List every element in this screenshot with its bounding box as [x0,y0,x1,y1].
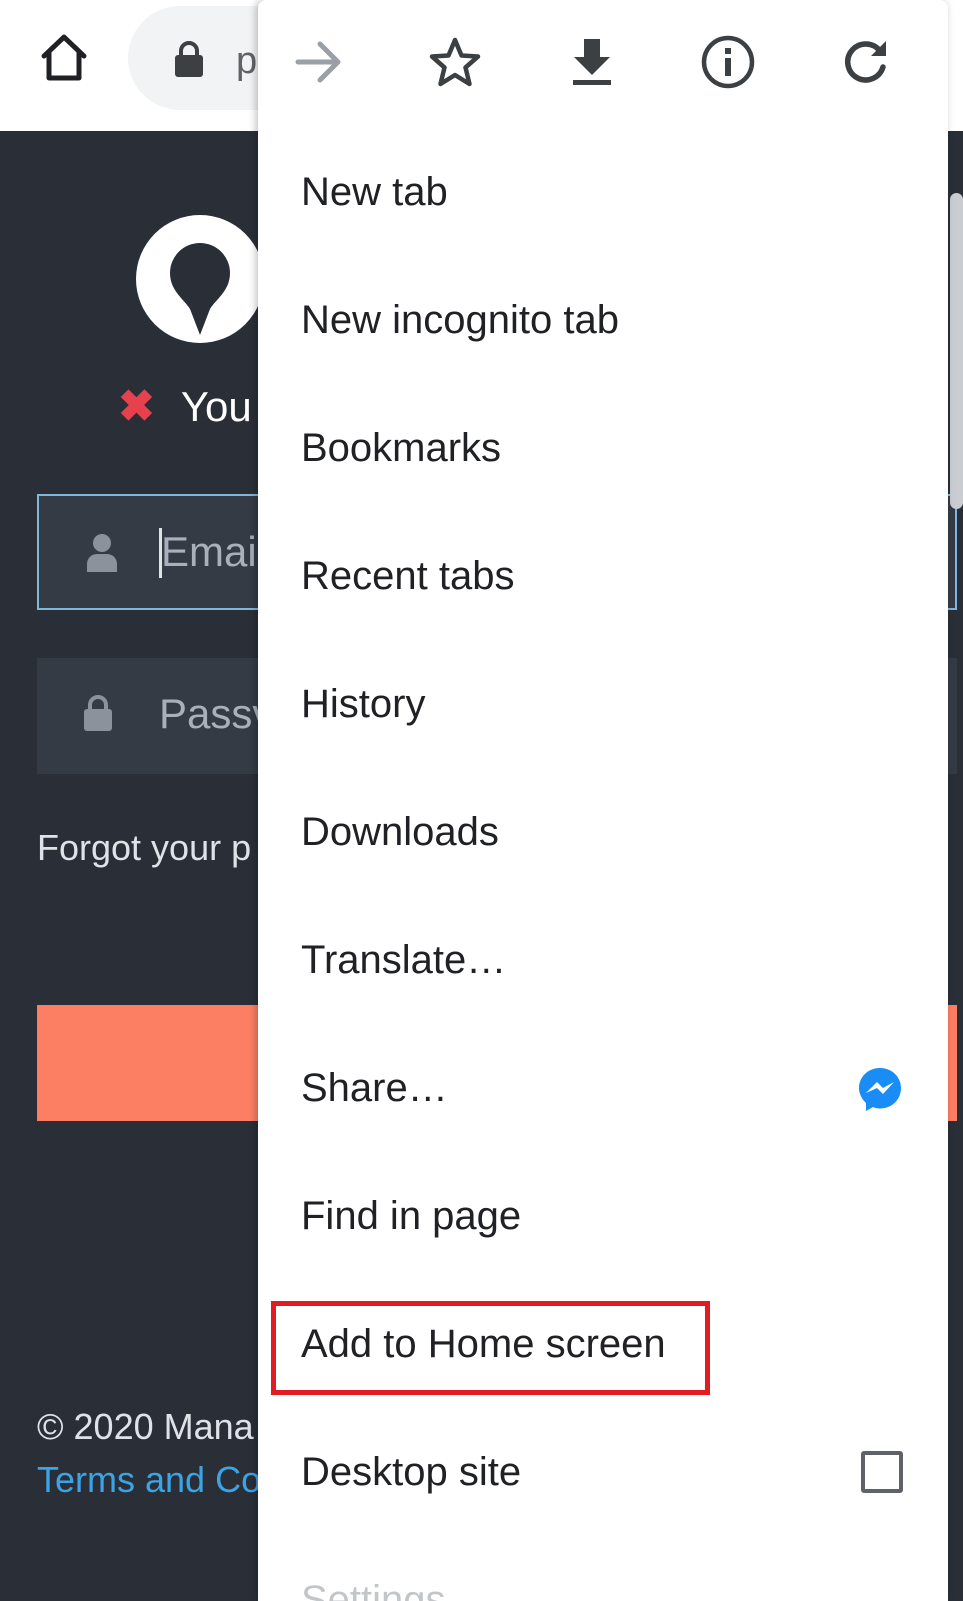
desktop-site-checkbox[interactable] [861,1451,903,1493]
menu-item-add-to-home-screen[interactable]: Add to Home screen [258,1280,948,1408]
page-scrollbar[interactable] [950,193,963,509]
star-icon [429,37,481,87]
menu-item-label: Add to Home screen [301,1321,666,1366]
messenger-icon [859,1068,901,1111]
menu-item-label: Find in page [301,1193,522,1238]
menu-item-label: Bookmarks [301,425,502,470]
home-icon [41,34,87,81]
menu-item-find-in-page[interactable]: Find in page [258,1152,948,1280]
menu-item-label: Share… [301,1065,448,1110]
error-message: ✖ You [118,383,252,431]
menu-item-settings[interactable]: Settings [258,1536,948,1601]
page-info-button[interactable] [690,24,766,100]
logo-icon [136,215,264,343]
forgot-password-link[interactable]: Forgot your p [37,827,251,869]
menu-item-history[interactable]: History [258,640,948,768]
menu-item-new-tab[interactable]: New tab [258,128,948,256]
terms-link[interactable]: Terms and Co [37,1459,261,1501]
messenger-share-button[interactable] [857,1066,903,1117]
home-button[interactable] [30,24,98,92]
menu-item-recent-tabs[interactable]: Recent tabs [258,512,948,640]
copyright-text: © 2020 Mana [37,1406,254,1447]
error-x-icon: ✖ [118,382,155,431]
url-text: p [236,40,259,82]
error-text: You [180,383,252,430]
menu-item-label: Downloads [301,809,499,854]
reload-button[interactable] [827,24,903,100]
menu-item-new-incognito-tab[interactable]: New incognito tab [258,256,948,384]
menu-item-label: New incognito tab [301,297,619,342]
menu-toolbar [258,0,948,128]
email-placeholder: Emai [161,528,257,575]
info-icon [701,35,755,89]
browser-overflow-menu: New tab New incognito tab Bookmarks Rece… [258,0,948,1601]
menu-item-label: History [301,681,426,726]
reload-icon [844,41,886,83]
forward-arrow-icon [295,41,341,83]
menu-item-share[interactable]: Share… [258,1024,948,1152]
menu-item-desktop-site[interactable]: Desktop site [258,1408,948,1536]
lock-icon [175,41,203,77]
menu-item-label: Translate… [301,937,507,982]
user-icon [87,534,117,572]
menu-item-downloads[interactable]: Downloads [258,768,948,896]
menu-item-bookmarks[interactable]: Bookmarks [258,384,948,512]
menu-item-label: Desktop site [301,1449,522,1494]
lock-icon [84,695,112,731]
forward-button[interactable] [281,24,357,100]
menu-item-translate[interactable]: Translate… [258,896,948,1024]
download-icon [573,39,611,85]
menu-item-label: New tab [301,169,448,214]
menu-item-label: Recent tabs [301,553,515,598]
bookmark-button[interactable] [417,24,493,100]
checkbox-unchecked-icon [861,1451,903,1493]
password-placeholder: Passv [159,690,274,737]
menu-item-label: Settings [301,1577,446,1601]
download-button[interactable] [554,24,630,100]
